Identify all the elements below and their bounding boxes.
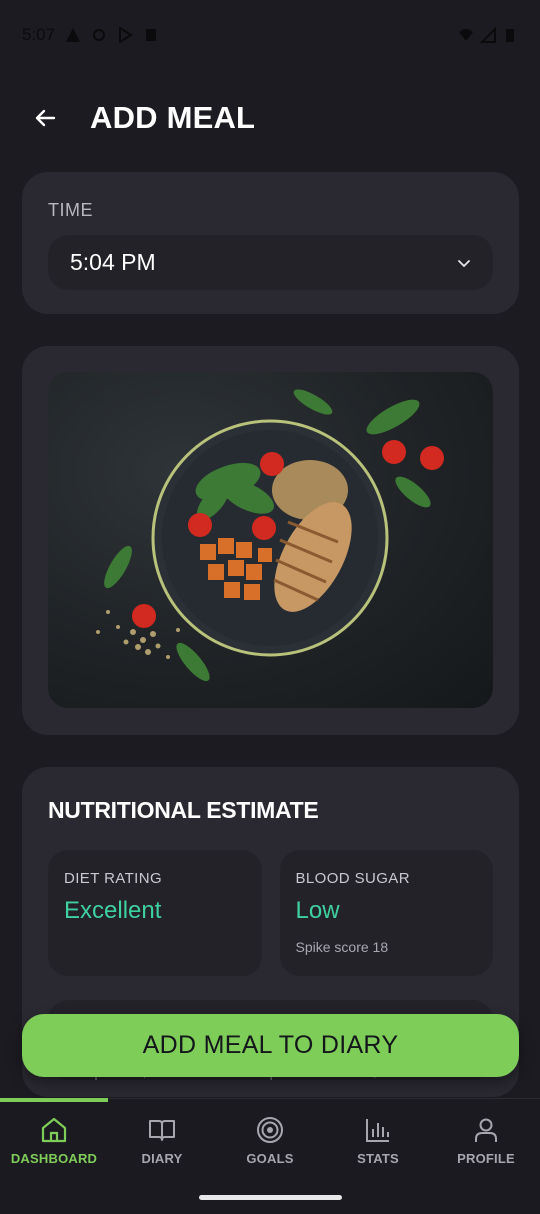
sync-icon — [93, 29, 106, 41]
cellular-icon — [480, 27, 496, 43]
status-time: 5:07 — [22, 25, 56, 44]
nav-dashboard[interactable]: DASHBOARD — [0, 1115, 108, 1166]
person-icon — [475, 1118, 497, 1142]
status-bar: 5:07 — [0, 0, 540, 70]
nav-stats[interactable]: STATS — [324, 1115, 432, 1166]
back-arrow-icon — [35, 109, 56, 127]
bar-chart-icon — [366, 1119, 389, 1142]
blood-sugar-box: BLOOD SUGAR Low Spike score 18 — [279, 850, 493, 976]
active-tab-indicator — [0, 1098, 108, 1102]
target-icon — [257, 1117, 283, 1143]
book-icon — [149, 1120, 175, 1141]
chevron-down-icon — [458, 259, 470, 267]
diet-rating-label: DIET RATING — [64, 870, 163, 887]
add-meal-to-diary-button[interactable]: ADD MEAL TO DIARY — [22, 1014, 519, 1077]
warning-icon — [66, 28, 81, 42]
app-header: ADD MEAL — [0, 90, 540, 146]
nav-goals-label: GOALS — [246, 1151, 294, 1166]
blood-sugar-label: BLOOD SUGAR — [295, 870, 410, 887]
nav-stats-label: STATS — [357, 1151, 399, 1166]
spike-score: Spike score 18 — [295, 939, 389, 955]
meal-image-card — [22, 346, 519, 735]
blood-sugar-value: Low — [295, 897, 340, 924]
status-notification-icons — [65, 27, 159, 43]
nav-diary-label: DIARY — [141, 1151, 183, 1166]
nav-diary[interactable]: DIARY — [108, 1115, 216, 1166]
app-notification-icon — [146, 29, 157, 41]
diet-rating-value: Excellent — [64, 897, 162, 924]
time-card: TIME 5:04 PM — [22, 172, 519, 314]
nav-goals[interactable]: GOALS — [216, 1115, 324, 1166]
home-icon — [41, 1117, 67, 1143]
page-title: ADD MEAL — [90, 100, 256, 135]
status-system-icons — [458, 27, 518, 43]
time-dropdown[interactable]: 5:04 PM — [48, 235, 493, 290]
nav-profile-label: PROFILE — [457, 1151, 515, 1166]
play-store-icon — [119, 27, 133, 43]
gesture-home-indicator[interactable] — [199, 1195, 342, 1200]
meal-photo[interactable] — [48, 372, 493, 708]
back-button[interactable] — [30, 103, 60, 133]
wifi-icon — [459, 29, 473, 41]
nav-profile[interactable]: PROFILE — [432, 1115, 540, 1166]
nutrition-title: NUTRITIONAL ESTIMATE — [48, 797, 319, 823]
battery-icon — [506, 29, 514, 42]
nutrition-stats: DIET RATING Excellent BLOOD SUGAR Low Sp… — [48, 850, 493, 976]
time-label: TIME — [48, 200, 93, 220]
nav-dashboard-label: DASHBOARD — [10, 1151, 98, 1166]
meal-illustration — [96, 389, 444, 682]
diet-rating-box: DIET RATING Excellent — [48, 850, 262, 976]
time-value: 5:04 PM — [70, 249, 156, 275]
